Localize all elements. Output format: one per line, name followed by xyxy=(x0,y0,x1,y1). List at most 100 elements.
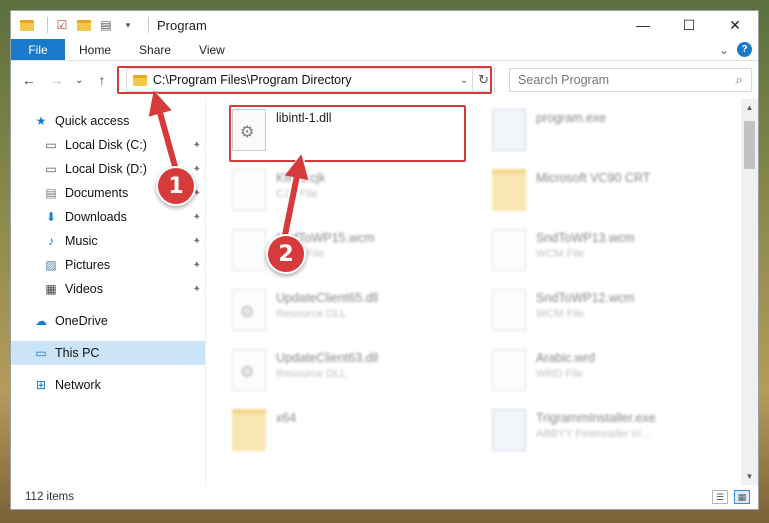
properties-icon[interactable]: ☑ xyxy=(54,17,70,33)
document-file-icon xyxy=(492,349,526,391)
pin-icon: ✦ xyxy=(192,259,201,271)
step-badge-2: 2 xyxy=(266,234,306,274)
window-controls: — ☐ ✕ xyxy=(620,11,758,39)
file-item[interactable]: program.exe xyxy=(492,105,732,161)
item-count: 112 items xyxy=(25,491,75,503)
drive-icon: ▭ xyxy=(45,162,57,176)
file-item[interactable]: ⚙ UpdateClient65.dll Resource DLL xyxy=(232,285,472,341)
file-item[interactable]: SndToWP13.wcm WCM File xyxy=(492,225,732,281)
large-icons-view-icon[interactable]: ▦ xyxy=(734,490,750,504)
file-item[interactable]: TrigrammInstaller.exe ABBYY Finereader tr… xyxy=(492,405,732,461)
pictures-icon: ▨ xyxy=(45,258,57,272)
tab-share[interactable]: Share xyxy=(125,39,185,60)
file-name: SndToWP12.wcm xyxy=(536,291,635,305)
file-highlight-box xyxy=(229,105,466,162)
tab-home[interactable]: Home xyxy=(65,39,125,60)
up-button[interactable]: ↑ xyxy=(90,68,114,92)
tab-view[interactable]: View xyxy=(185,39,239,60)
customize-toolbar-icon[interactable]: ▾ xyxy=(120,17,136,33)
file-item[interactable]: SndToWP12.wcm WCM File xyxy=(492,285,732,341)
file-type: Resource DLL xyxy=(276,368,347,380)
sidebar-item-label: Local Disk (C:) xyxy=(65,138,147,152)
file-type: ABBYY Finereader tri... xyxy=(536,428,651,440)
forward-button[interactable]: → xyxy=(45,68,69,92)
file-type: WRD File xyxy=(536,368,584,380)
file-name: Arabic.wrd xyxy=(536,351,596,365)
star-icon: ★ xyxy=(35,114,47,128)
search-icon: ⌕ xyxy=(735,72,743,87)
file-name: SndToWP13.wcm xyxy=(536,231,635,245)
sidebar-item-downloads[interactable]: ⬇ Downloads ✦ xyxy=(11,205,205,229)
file-name: Kfiles.cjk xyxy=(276,171,326,185)
sidebar-item-onedrive[interactable]: ☁ OneDrive xyxy=(11,309,205,333)
videos-icon: ▦ xyxy=(45,282,57,296)
exe-file-icon xyxy=(492,409,526,451)
dll-file-icon: ⚙ xyxy=(232,289,266,331)
document-file-icon xyxy=(232,229,266,271)
folder-icon xyxy=(492,169,526,211)
file-name: UpdateClient63.dll xyxy=(276,351,379,365)
sidebar-item-network[interactable]: ⊞ Network xyxy=(11,373,205,397)
file-item[interactable]: Kfiles.cjk CJK File xyxy=(232,165,472,221)
scroll-down-arrow-icon[interactable]: ▼ xyxy=(741,468,758,485)
file-item[interactable]: Arabic.wrd WRD File xyxy=(492,345,732,401)
scroll-up-arrow-icon[interactable]: ▲ xyxy=(741,99,758,116)
pin-icon: ✦ xyxy=(192,139,201,151)
folder-icon xyxy=(19,17,35,33)
sidebar-item-local-disk-c[interactable]: ▭ Local Disk (C:) ✦ xyxy=(11,133,205,157)
file-item[interactable]: x64 xyxy=(232,405,472,461)
scrollbar-thumb[interactable] xyxy=(744,121,755,169)
dll-file-icon: ⚙ xyxy=(232,349,266,391)
tab-file[interactable]: File xyxy=(11,39,65,60)
window-title: Program xyxy=(157,17,207,33)
file-type: WCM File xyxy=(536,248,585,260)
vertical-scrollbar[interactable]: ▲ ▼ xyxy=(741,99,758,485)
file-name: program.exe xyxy=(536,111,607,125)
title-bar: ☑ ▤ ▾ Program — ☐ ✕ xyxy=(11,11,758,39)
cloud-icon: ☁ xyxy=(35,314,47,328)
help-icon[interactable]: ? xyxy=(737,42,752,57)
computer-icon: ▭ xyxy=(35,346,47,360)
sidebar-item-music[interactable]: ♪ Music ✦ xyxy=(11,229,205,253)
pin-icon: ✦ xyxy=(192,235,201,247)
sidebar-item-label: Videos xyxy=(65,282,103,296)
pin-icon: ✦ xyxy=(192,211,201,223)
sidebar-item-this-pc[interactable]: ▭ This PC xyxy=(11,341,205,365)
document-file-icon xyxy=(232,169,266,211)
file-type: WCM File xyxy=(536,308,585,320)
pin-icon: ✦ xyxy=(192,163,201,175)
file-item[interactable]: Microsoft VC90 CRT xyxy=(492,165,732,221)
sidebar-item-label: Network xyxy=(55,378,101,392)
view-options-icon[interactable]: ▤ xyxy=(98,17,114,33)
sidebar-item-label: Documents xyxy=(65,186,129,200)
document-file-icon xyxy=(492,229,526,271)
folder-icon xyxy=(232,409,266,451)
navigation-pane: ★ Quick access ▭ Local Disk (C:) ✦ ▭ Loc… xyxy=(11,99,205,485)
network-icon: ⊞ xyxy=(35,378,47,392)
search-input[interactable] xyxy=(518,73,727,87)
sidebar-item-label: This PC xyxy=(55,346,100,360)
expand-ribbon-icon[interactable]: ⌄ xyxy=(719,43,729,57)
file-item[interactable]: ⚙ UpdateClient63.dll Resource DLL xyxy=(232,345,472,401)
sidebar-item-label: Downloads xyxy=(65,210,127,224)
new-folder-icon[interactable] xyxy=(76,17,92,33)
ribbon-tabs: File Home Share View ⌄ ? xyxy=(11,39,758,61)
details-view-icon[interactable]: ☰ xyxy=(712,490,728,504)
downloads-icon: ⬇ xyxy=(45,210,57,224)
close-button[interactable]: ✕ xyxy=(712,11,758,39)
sidebar-item-label: OneDrive xyxy=(55,314,108,328)
sidebar-item-videos[interactable]: ▦ Videos ✦ xyxy=(11,277,205,301)
recent-locations-button[interactable]: ⌄ xyxy=(72,68,86,92)
sidebar-item-label: Music xyxy=(65,234,98,248)
minimize-button[interactable]: — xyxy=(620,11,666,39)
step-badge-1: 1 xyxy=(156,166,196,206)
exe-file-icon xyxy=(492,109,526,151)
file-type: Resource DLL xyxy=(276,308,347,320)
maximize-button[interactable]: ☐ xyxy=(666,11,712,39)
sidebar-item-label: Quick access xyxy=(55,114,130,128)
sidebar-item-pictures[interactable]: ▨ Pictures ✦ xyxy=(11,253,205,277)
address-highlight-box xyxy=(117,66,492,94)
sidebar-item-quick-access[interactable]: ★ Quick access xyxy=(11,109,205,133)
search-box[interactable]: ⌕ xyxy=(509,68,752,92)
back-button[interactable]: ← xyxy=(17,68,41,92)
